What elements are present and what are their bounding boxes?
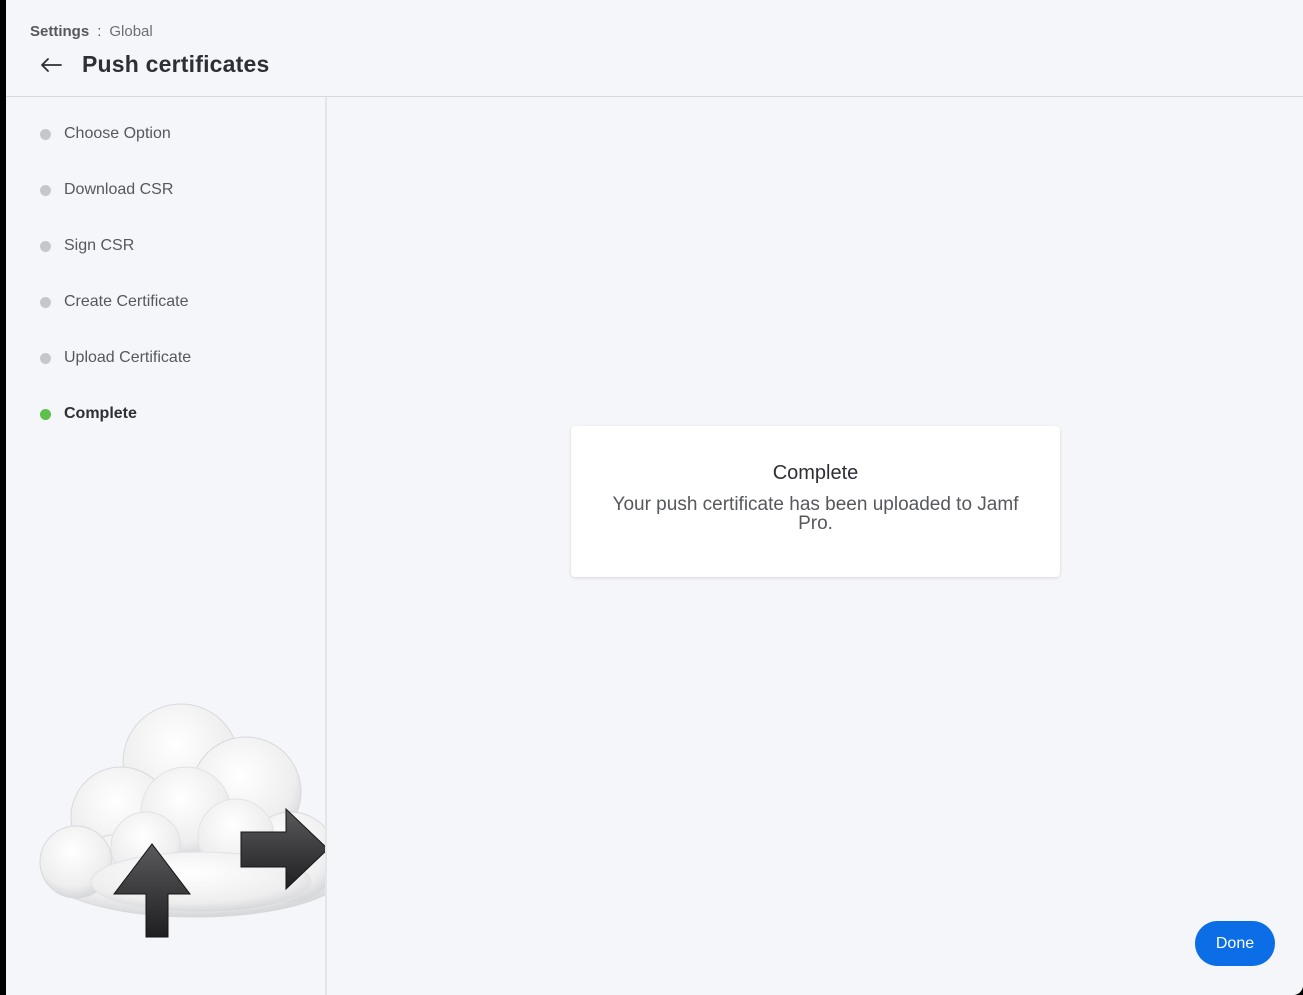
step-label: Choose Option <box>64 125 171 142</box>
steps-sidebar: Choose Option Download CSR Sign CSR Crea… <box>6 97 327 995</box>
step-status-dot-icon <box>40 296 51 308</box>
breadcrumb-separator: : <box>97 23 102 40</box>
step-status-dot-icon <box>40 408 51 420</box>
card-message: Your push certificate has been uploaded … <box>612 494 1019 534</box>
app-window: Settings : Global Push certificates Choo… <box>6 0 1303 995</box>
card-title: Complete <box>772 462 859 484</box>
step-status-dot-icon <box>40 352 51 364</box>
step-label: Upload Certificate <box>64 349 192 366</box>
step-label: Download CSR <box>64 181 174 198</box>
page-title: Push certificates <box>82 51 270 77</box>
step-create-certificate[interactable]: Create Certificate <box>40 292 191 312</box>
step-status-dot-icon <box>40 128 51 140</box>
step-list: Choose Option Download CSR Sign CSR Crea… <box>40 124 191 460</box>
breadcrumb: Settings : Global <box>30 23 153 40</box>
breadcrumb-global: Global <box>109 23 153 40</box>
done-button[interactable]: Done <box>1195 921 1275 966</box>
step-status-dot-icon <box>40 184 51 196</box>
cloud-upload-illustration <box>36 697 325 962</box>
step-label: Complete <box>64 405 137 422</box>
main-content: Complete Your push certificate has been … <box>327 97 1303 995</box>
page-header: Settings : Global Push certificates <box>6 0 1303 97</box>
step-complete[interactable]: Complete <box>40 404 191 424</box>
step-download-csr[interactable]: Download CSR <box>40 180 191 200</box>
step-sign-csr[interactable]: Sign CSR <box>40 236 191 256</box>
step-label: Create Certificate <box>64 293 189 310</box>
step-choose-option[interactable]: Choose Option <box>40 124 191 144</box>
title-row: Push certificates <box>38 51 269 78</box>
arrow-left-icon[interactable] <box>38 52 64 78</box>
step-label: Sign CSR <box>64 237 135 254</box>
step-status-dot-icon <box>40 240 51 252</box>
step-upload-certificate[interactable]: Upload Certificate <box>40 348 191 368</box>
breadcrumb-settings-link[interactable]: Settings <box>30 23 89 40</box>
completion-card: Complete Your push certificate has been … <box>571 426 1060 577</box>
